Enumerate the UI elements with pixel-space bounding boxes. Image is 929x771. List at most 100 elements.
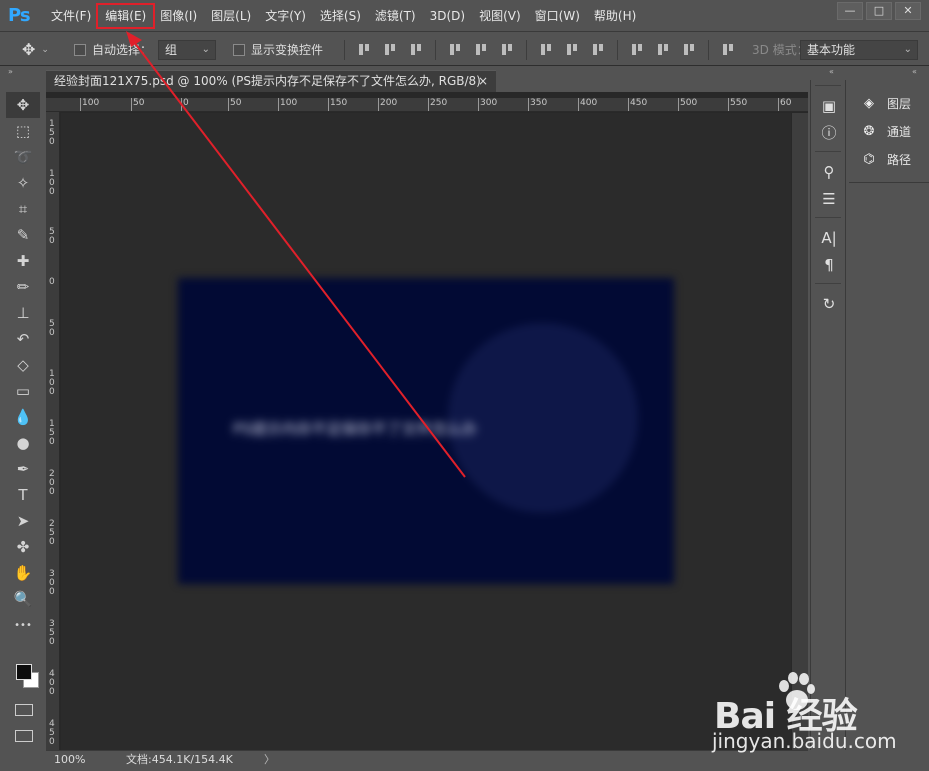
ruler-label: 400 (577, 98, 598, 111)
align-right-icon[interactable] (499, 42, 515, 58)
document-tab-title: 经验封面121X75.psd @ 100% (PS提示内存不足保存不了文件怎么办… (54, 74, 481, 88)
menu-view[interactable]: 视图(V) (472, 5, 528, 27)
auto-align-icon[interactable] (720, 42, 736, 58)
divider (435, 39, 436, 60)
healing-brush-tool-icon[interactable]: ✚ (6, 248, 40, 274)
eraser-tool-icon[interactable]: ◇ (6, 352, 40, 378)
layers-label: 图层 (887, 96, 912, 111)
toolbar-collapse-icon[interactable]: » (8, 67, 13, 77)
menu-file[interactable]: 文件(F) (44, 5, 98, 27)
foreground-color-swatch[interactable] (16, 664, 32, 680)
menu-edit[interactable]: 编辑(E) (96, 3, 156, 29)
brush-presets-icon[interactable]: ⚲ (811, 158, 847, 185)
menu-filter[interactable]: 滤镜(T) (368, 5, 423, 27)
channels-icon: ❂ (863, 123, 875, 139)
divider (815, 278, 841, 284)
status-bar: 100% 文档:454.1K/154.4K 〉 (46, 750, 808, 768)
adjustments-panel-icon[interactable]: ☰ (811, 185, 847, 212)
menu-type[interactable]: 文字(Y) (258, 5, 313, 27)
character-panel-icon[interactable]: A| (811, 224, 847, 251)
panel-collapse-icon[interactable]: « (829, 67, 834, 77)
quick-mask-icon[interactable] (15, 704, 33, 716)
brush-tool-icon[interactable]: ✏ (6, 274, 40, 300)
type-tool-icon[interactable]: T (6, 482, 40, 508)
status-menu-arrow-icon[interactable]: 〉 (264, 751, 275, 768)
distribute-hcenter-icon[interactable] (655, 42, 671, 58)
horizontal-ruler[interactable]: 100 50 0 50 100 150 200 250 300 350 400 … (46, 98, 808, 112)
align-top-icon[interactable] (356, 42, 372, 58)
document-image[interactable]: PS提示内存不足保存不了文件怎么办 (178, 278, 674, 584)
ruler-label: 150 (49, 119, 55, 147)
move-tool-icon[interactable]: ✥ (6, 92, 40, 118)
more-tools-icon[interactable]: ••• (6, 612, 40, 638)
minimize-button[interactable]: — (837, 2, 863, 20)
distribute-right-icon[interactable] (681, 42, 697, 58)
layers-icon: ◈ (864, 95, 874, 111)
close-icon[interactable]: × (478, 71, 488, 92)
path-selection-tool-icon[interactable]: ➤ (6, 508, 40, 534)
crop-tool-icon[interactable]: ⌗ (6, 196, 40, 222)
panel-collapse-icon[interactable]: « (912, 67, 917, 77)
distribute-top-icon[interactable] (538, 42, 554, 58)
vertical-ruler[interactable]: 150 100 50 0 50 100 150 200 250 300 350 … (46, 112, 60, 750)
zoom-level[interactable]: 100% (54, 751, 85, 768)
menu-3d[interactable]: 3D(D) (423, 5, 472, 27)
move-tool-preset[interactable]: ✥ ⌄ (22, 33, 49, 66)
auto-select-dropdown[interactable]: 组 ⌄ (158, 39, 216, 60)
align-bottom-icon[interactable] (408, 42, 424, 58)
history-panel-icon[interactable]: ↻ (811, 290, 847, 317)
lasso-tool-icon[interactable]: ➰ (6, 144, 40, 170)
shape-tool-icon[interactable]: ✤ (6, 534, 40, 560)
eyedropper-tool-icon[interactable]: ✎ (6, 222, 40, 248)
workspace-dropdown[interactable]: 基本功能 ⌄ (800, 39, 918, 60)
paths-label: 路径 (887, 152, 912, 167)
menu-image[interactable]: 图像(I) (153, 5, 204, 27)
ruler-label: 50 (130, 98, 145, 111)
window-controls: — □ ✕ (834, 2, 921, 20)
menu-bar: Ps 文件(F) 编辑(E) 图像(I) 图层(L) 文字(Y) 选择(S) 滤… (0, 0, 929, 32)
align-vcenter-icon[interactable] (382, 42, 398, 58)
align-left-icon[interactable] (447, 42, 463, 58)
zoom-tool-icon[interactable]: 🔍 (6, 586, 40, 612)
auto-select-checkbox[interactable] (74, 43, 86, 56)
blur-tool-icon[interactable]: 💧 (6, 404, 40, 430)
menu-help[interactable]: 帮助(H) (587, 5, 643, 27)
distribute-bottom-icon[interactable] (590, 42, 606, 58)
paths-panel-tab[interactable]: ⌬ 路径 (849, 145, 929, 173)
menu-layer[interactable]: 图层(L) (204, 5, 258, 27)
ruler-label: 150 (49, 419, 55, 447)
menu-select[interactable]: 选择(S) (313, 5, 368, 27)
clone-stamp-tool-icon[interactable]: ⊥ (6, 300, 40, 326)
vertical-scrollbar[interactable] (792, 113, 808, 750)
magic-wand-tool-icon[interactable]: ✧ (6, 170, 40, 196)
history-brush-tool-icon[interactable]: ↶ (6, 326, 40, 352)
pen-tool-icon[interactable]: ✒ (6, 456, 40, 482)
ruler-label: 150 (327, 98, 348, 111)
ruler-label: 350 (49, 619, 55, 647)
ruler-label: 200 (377, 98, 398, 111)
align-hcenter-icon[interactable] (473, 42, 489, 58)
libraries-panel-icon[interactable]: ▣ (811, 92, 847, 119)
layers-panel-tab[interactable]: ◈ 图层 (849, 89, 929, 117)
close-button[interactable]: ✕ (895, 2, 921, 20)
distribute-vcenter-icon[interactable] (564, 42, 580, 58)
collapsed-panel-strip: ▣ ⓘ ⚲ ☰ A| ¶ ↻ (810, 80, 846, 750)
channels-panel-tab[interactable]: ❂ 通道 (849, 117, 929, 145)
info-panel-icon[interactable]: ⓘ (811, 119, 847, 146)
document-tab[interactable]: 经验封面121X75.psd @ 100% (PS提示内存不足保存不了文件怎么办… (46, 70, 496, 92)
gradient-tool-icon[interactable]: ▭ (6, 378, 40, 404)
marquee-tool-icon[interactable]: ⬚ (6, 118, 40, 144)
maximize-button[interactable]: □ (866, 2, 892, 20)
show-transform-checkbox[interactable] (233, 43, 245, 56)
canvas[interactable]: PS提示内存不足保存不了文件怎么办 (61, 113, 791, 750)
paragraph-panel-icon[interactable]: ¶ (811, 251, 847, 278)
dodge-tool-icon[interactable]: ● (6, 430, 40, 456)
chevron-down-icon: ⌄ (41, 44, 49, 55)
distribute-left-icon[interactable] (629, 42, 645, 58)
menu-window[interactable]: 窗口(W) (528, 5, 587, 27)
hand-tool-icon[interactable]: ✋ (6, 560, 40, 586)
divider (617, 39, 618, 60)
ruler-label: 550 (727, 98, 748, 111)
ruler-label: 50 (49, 319, 55, 338)
screen-mode-icon[interactable] (15, 730, 33, 742)
